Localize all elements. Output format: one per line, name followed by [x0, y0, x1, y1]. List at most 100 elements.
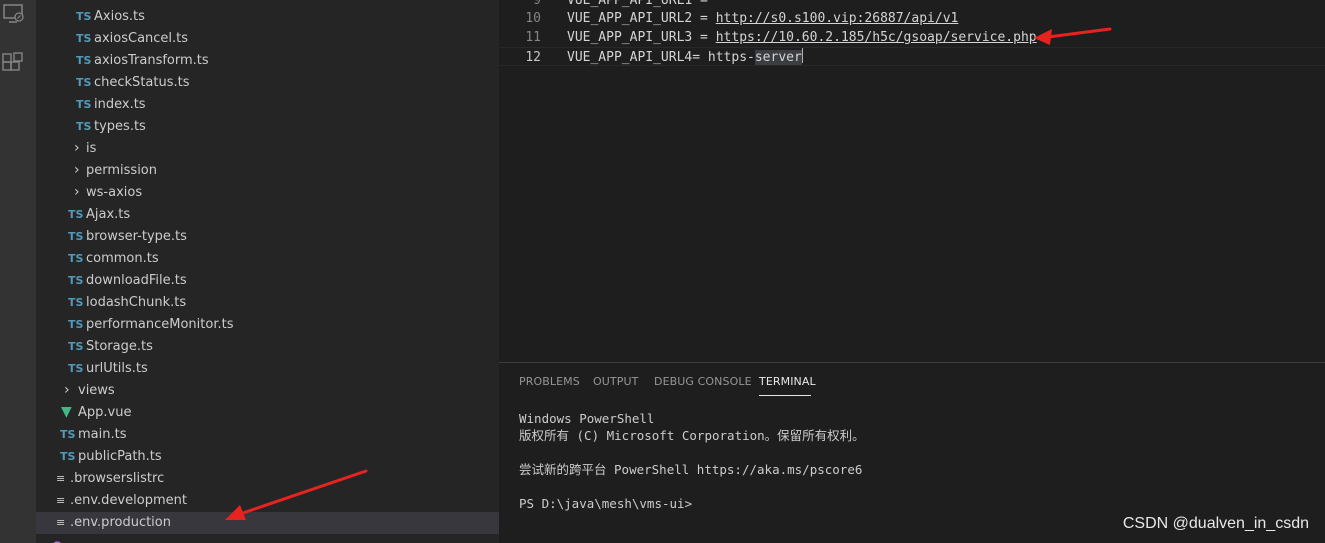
- ts-file-icon: TS: [76, 54, 92, 67]
- terminal-prompt[interactable]: PS D:\java\mesh\vms-ui>: [519, 495, 692, 512]
- tab-debug-console[interactable]: DEBUG CONSOLE: [654, 375, 752, 388]
- explorer-item-label: performanceMonitor.ts: [86, 317, 234, 332]
- explorer-item-label: App.vue: [78, 405, 132, 420]
- explorer-item-label: .env.production: [70, 515, 171, 530]
- env-key: VUE_APP_API_URL2 =: [567, 11, 716, 26]
- explorer-item-label: .browserslistrc: [70, 471, 165, 486]
- active-tab-indicator: [759, 395, 811, 396]
- explorer-tree: TS Axios.ts TS axiosCancel.ts TS axiosTransfo…: [36, 0, 499, 543]
- line-number: 11: [525, 30, 541, 45]
- explorer-item-label: browser-type.ts: [86, 229, 187, 244]
- explorer-item[interactable]: › permission: [36, 160, 499, 182]
- ts-file-icon: TS: [68, 274, 84, 287]
- explorer-item-label: axiosCancel.ts: [94, 31, 189, 46]
- text-cursor: [801, 48, 803, 63]
- explorer-item-label: checkStatus.ts: [94, 75, 190, 90]
- activity-bar: [0, 0, 36, 543]
- text-file-icon: ≡: [56, 494, 66, 507]
- tab-terminal[interactable]: TERMINAL: [759, 375, 816, 388]
- selection-highlight: server: [754, 50, 802, 65]
- vue-file-icon: ▼: [61, 404, 72, 420]
- explorer-item-label: Axios.ts: [94, 9, 145, 24]
- ts-file-icon: TS: [76, 10, 92, 23]
- explorer-item-label: types.ts: [94, 119, 146, 134]
- ts-file-icon: TS: [76, 120, 92, 133]
- explorer-item-label: common.ts: [86, 251, 159, 266]
- terminal-line: 尝试新的跨平台 PowerShell https://aka.ms/pscore…: [519, 462, 863, 477]
- chevron-right-icon: ›: [74, 184, 80, 200]
- explorer-item[interactable]: ≡ .env.development: [36, 490, 499, 512]
- explorer-item[interactable]: TS lodashChunk.ts: [36, 292, 499, 314]
- code-line-current: 12 VUE_APP_API_URL4= https-server: [499, 47, 1325, 66]
- explorer-item-label: is: [86, 141, 97, 156]
- code-line: 11 VUE_APP_API_URL3 = https://10.60.2.18…: [499, 28, 1325, 47]
- explorer-item[interactable]: TS Axios.ts: [36, 6, 499, 28]
- explorer-item[interactable]: TS urlUtils.ts: [36, 358, 499, 380]
- explorer-item[interactable]: TS index.ts: [36, 94, 499, 116]
- explorer-item-label: index.ts: [94, 97, 146, 112]
- explorer-item[interactable]: ▼ App.vue: [36, 402, 499, 424]
- ts-file-icon: TS: [68, 252, 84, 265]
- explorer-item[interactable]: TS publicPath.ts: [36, 446, 499, 468]
- explorer-item[interactable]: TS axiosCancel.ts: [36, 28, 499, 50]
- env-value: https-: [707, 50, 755, 65]
- env-value-link[interactable]: http://s0.s100.vip:26887/api/v1: [716, 11, 959, 26]
- explorer-item[interactable]: TS Storage.ts: [36, 336, 499, 358]
- ts-file-icon: TS: [68, 230, 84, 243]
- explorer-item-partial: ●: [36, 534, 499, 543]
- text-file-icon: ≡: [56, 472, 66, 485]
- explorer-item[interactable]: ≡ .env.production: [36, 512, 499, 534]
- explorer-item-label: Ajax.ts: [86, 207, 131, 222]
- explorer-item[interactable]: › is: [36, 138, 499, 160]
- explorer-item-label: ws-axios: [86, 185, 143, 200]
- chevron-right-icon: ›: [64, 382, 70, 398]
- terminal-line: Windows PowerShell: [519, 411, 655, 426]
- env-value-link[interactable]: https://10.60.2.185/h5c/gsoap/service.ph…: [716, 30, 1037, 45]
- env-key: VUE_APP_API_URL3 =: [567, 30, 716, 45]
- watermark: CSDN @dualven_in_csdn: [1122, 515, 1309, 532]
- explorer-item-label: .env.development: [70, 493, 187, 508]
- env-key: VUE_APP_API_URL4=: [567, 50, 708, 65]
- ts-file-icon: TS: [76, 98, 92, 111]
- explorer-item[interactable]: TS browser-type.ts: [36, 226, 499, 248]
- explorer-item[interactable]: TS checkStatus.ts: [36, 72, 499, 94]
- text-file-icon: ≡: [56, 516, 66, 529]
- tab-problems[interactable]: PROBLEMS: [519, 375, 580, 388]
- remote-explorer-icon[interactable]: [2, 2, 28, 28]
- ts-file-icon: TS: [76, 76, 92, 89]
- explorer-item[interactable]: TS axiosTransform.ts: [36, 50, 499, 72]
- explorer-item[interactable]: › views: [36, 380, 499, 402]
- explorer-item[interactable]: TS downloadFile.ts: [36, 270, 499, 292]
- line-number: 12: [525, 50, 541, 65]
- chevron-right-icon: ›: [74, 162, 80, 178]
- terminal-line: 版权所有 (C) Microsoft Corporation。保留所有权利。: [519, 428, 865, 443]
- config-file-icon: ●: [52, 534, 62, 543]
- explorer-item[interactable]: TS common.ts: [36, 248, 499, 270]
- explorer-item-label: axiosTransform.ts: [94, 53, 209, 68]
- explorer-item-label: main.ts: [78, 427, 127, 442]
- explorer-item-label: views: [78, 383, 115, 398]
- explorer-item[interactable]: TS types.ts: [36, 116, 499, 138]
- explorer-item-label: urlUtils.ts: [86, 361, 148, 376]
- ts-file-icon: TS: [68, 318, 84, 331]
- explorer-item-label: Storage.ts: [86, 339, 153, 354]
- explorer-item-label: lodashChunk.ts: [86, 295, 187, 310]
- ts-file-icon: TS: [60, 428, 76, 441]
- ts-file-icon: TS: [76, 32, 92, 45]
- extensions-icon[interactable]: [1, 52, 27, 78]
- explorer-item[interactable]: TS main.ts: [36, 424, 499, 446]
- explorer-item[interactable]: › ws-axios: [36, 182, 499, 204]
- explorer-item[interactable]: TS performanceMonitor.ts: [36, 314, 499, 336]
- explorer-item-label: downloadFile.ts: [86, 273, 187, 288]
- explorer-item[interactable]: ≡ .browserslistrc: [36, 468, 499, 490]
- tab-output[interactable]: OUTPUT: [593, 375, 638, 388]
- ts-file-icon: TS: [68, 340, 84, 353]
- ts-file-icon: TS: [68, 362, 84, 375]
- code-editor[interactable]: 9 VUE_APP_API_URL1 = 10 VUE_APP_API_URL2 …: [499, 0, 1325, 362]
- explorer-item[interactable]: TS Ajax.ts: [36, 204, 499, 226]
- line-number: 10: [525, 11, 541, 26]
- code-line: 10 VUE_APP_API_URL2 = http://s0.s100.vip…: [499, 9, 1325, 28]
- explorer-item-label: permission: [86, 163, 157, 178]
- ts-file-icon: TS: [68, 208, 84, 221]
- ts-file-icon: TS: [60, 450, 76, 463]
